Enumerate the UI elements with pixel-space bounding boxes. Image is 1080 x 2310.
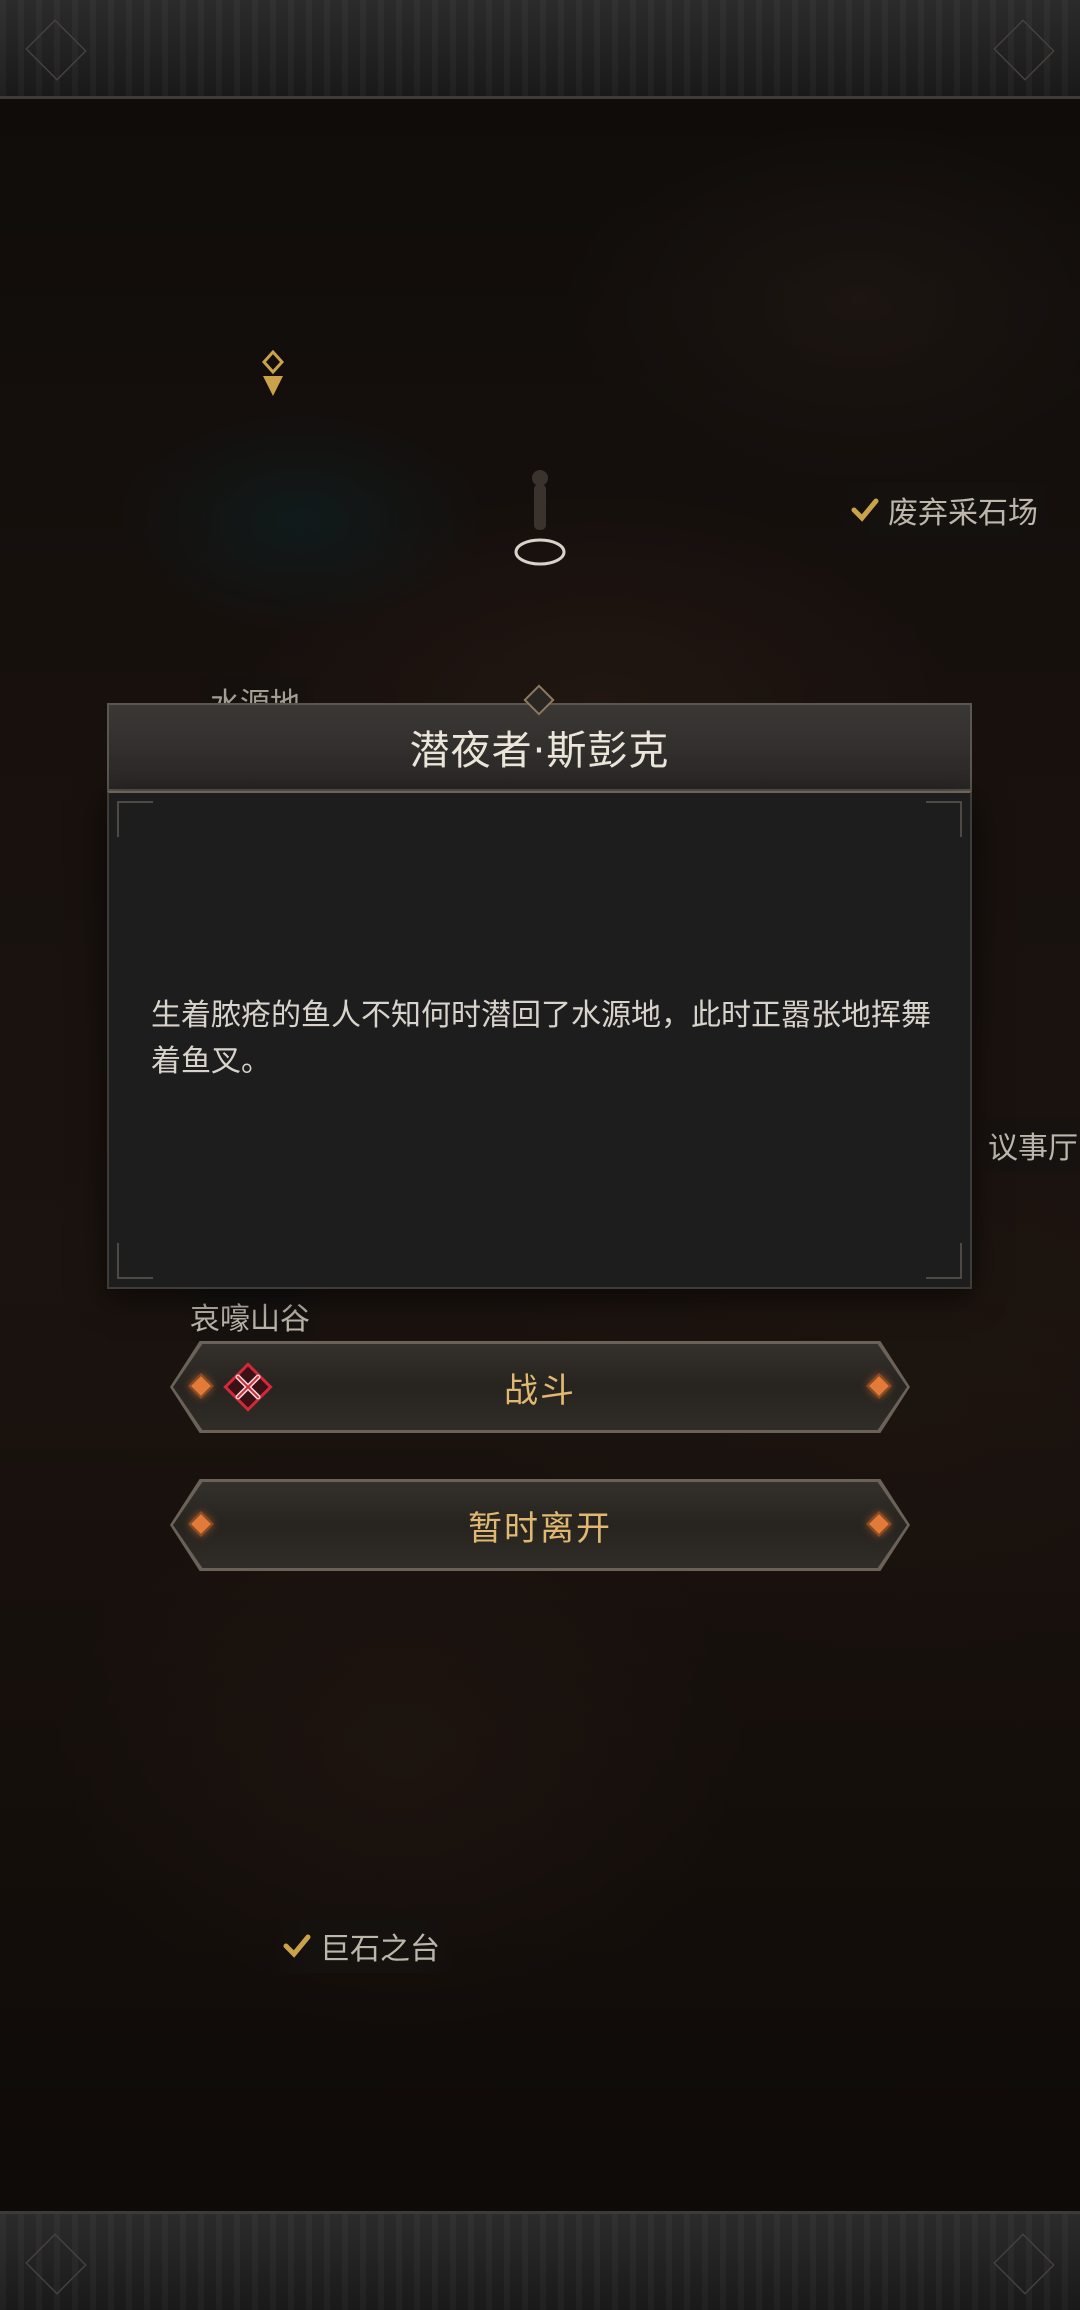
fight-button[interactable]: 战斗	[170, 1341, 910, 1433]
dialog-description: 生着脓疮的鱼人不知何时潜回了水源地，此时正嚣张地挥舞着鱼叉。	[151, 998, 931, 1079]
map-label-text: 哀嚎山谷	[190, 1302, 310, 1337]
frame-ornament	[25, 2233, 87, 2295]
fight-button-label: 战斗	[504, 1370, 576, 1411]
encounter-dialog: 潜夜者·斯彭克 生着脓疮的鱼人不知何时潜回了水源地，此时正嚣张地挥舞着鱼叉。	[107, 684, 972, 1289]
map-label-text: 议事厅	[988, 1131, 1078, 1166]
corner-ornament	[926, 1243, 962, 1279]
map-label-abandoned-quarry[interactable]: 废弃采石场	[840, 483, 1052, 537]
map-label-text: 废弃采石场	[888, 496, 1038, 531]
leave-button-label: 暂时离开	[468, 1508, 612, 1549]
map-label-text: 水源地	[210, 687, 300, 706]
corner-ornament	[926, 801, 962, 837]
frame-ornament	[993, 2233, 1055, 2295]
corner-ornament	[117, 801, 153, 837]
map-marker-icon[interactable]	[258, 350, 288, 400]
player-character	[514, 470, 566, 566]
map-label-water-source: 水源地	[200, 676, 314, 706]
leave-button[interactable]: 暂时离开	[170, 1479, 910, 1571]
frame-ornament	[25, 19, 87, 81]
check-icon	[850, 495, 880, 525]
check-icon	[282, 1931, 312, 1961]
dialog-body: 生着脓疮的鱼人不知何时潜回了水源地，此时正嚣张地挥舞着鱼叉。	[107, 791, 972, 1289]
bottom-frame	[0, 2211, 1080, 2310]
corner-ornament	[117, 1243, 153, 1279]
frame-ornament	[993, 19, 1055, 81]
dialog-title-bar: 潜夜者·斯彭克	[107, 703, 972, 791]
map-label-council-hall[interactable]: 议事厅	[976, 1118, 1080, 1172]
map-label-boulder-platform[interactable]: 巨石之台	[272, 1919, 454, 1973]
dialog-title: 潜夜者·斯彭克	[409, 728, 670, 774]
map-label-wailing-valley[interactable]: 哀嚎山谷	[180, 1290, 324, 1342]
top-frame	[0, 0, 1080, 99]
map-label-text: 巨石之台	[320, 1932, 440, 1967]
